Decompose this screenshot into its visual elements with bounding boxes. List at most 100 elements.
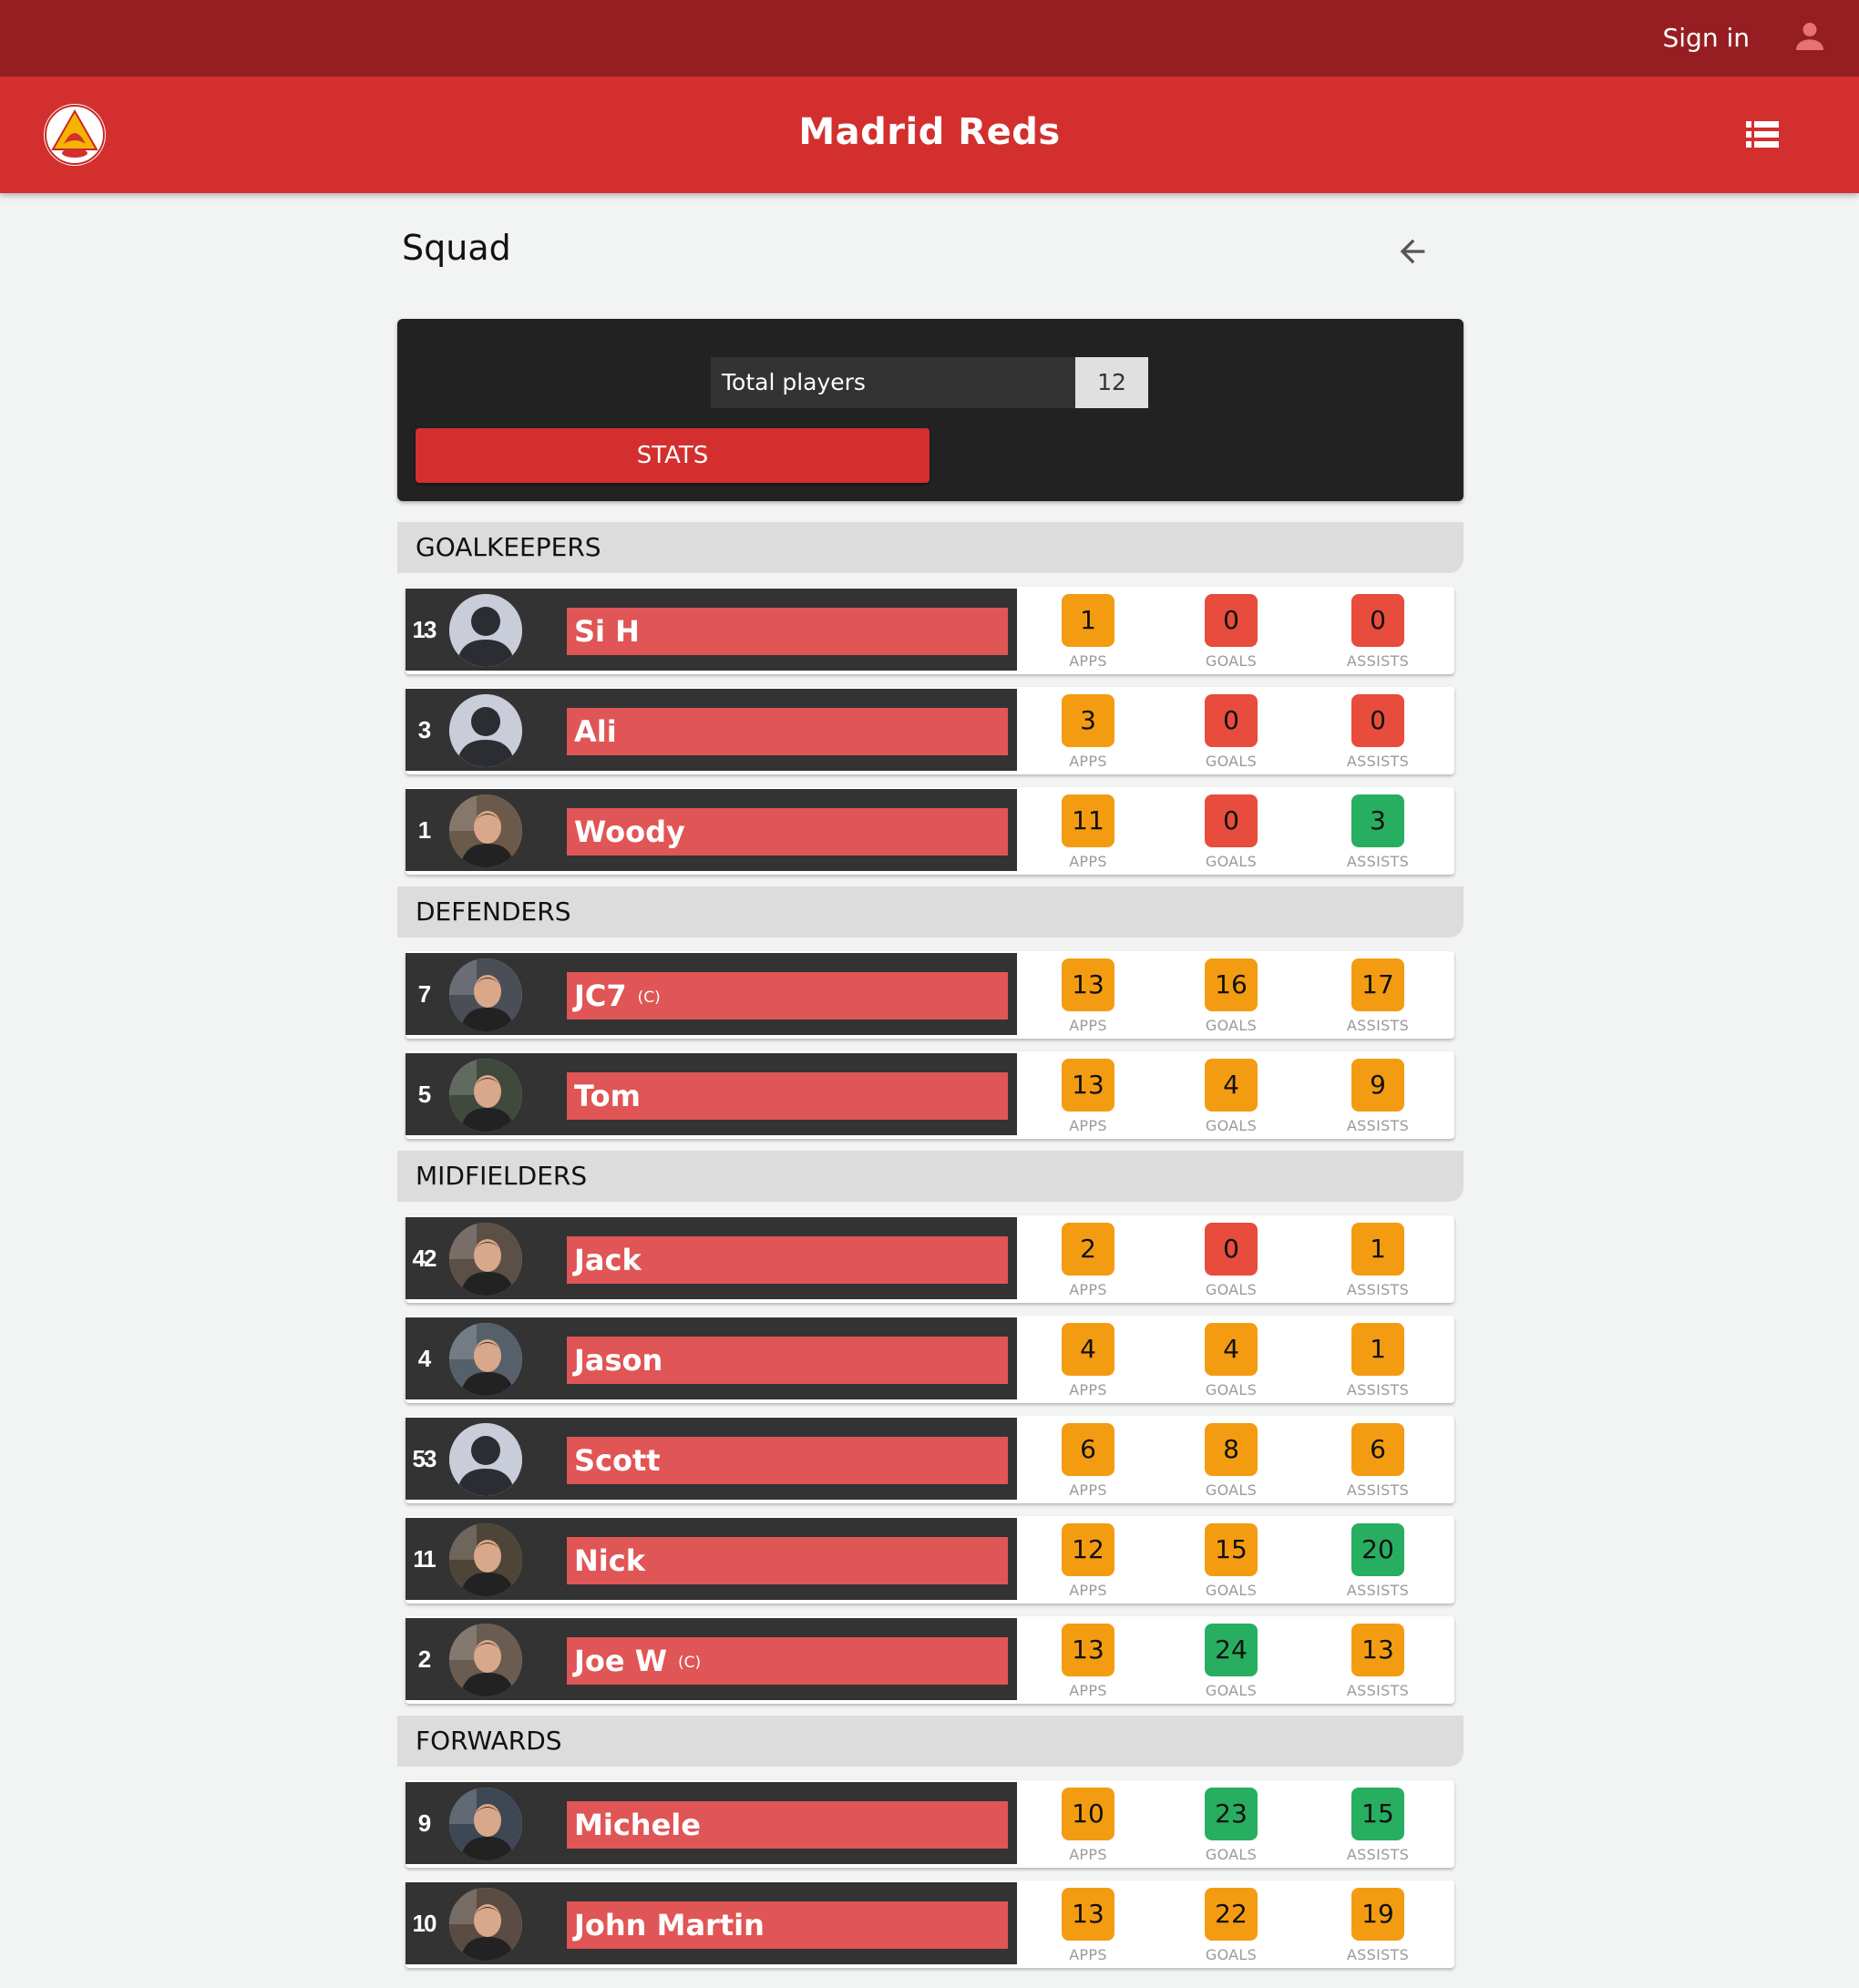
- apps-value: 6: [1062, 1423, 1114, 1476]
- captain-badge: (C): [637, 989, 661, 1007]
- player-row[interactable]: 42 Jack 2 APPS 0 GOALS 1 ASSISTS: [406, 1215, 1454, 1303]
- apps-label: APPS: [1069, 753, 1107, 770]
- player-name: Woody: [574, 815, 685, 849]
- page-title: Squad: [402, 228, 511, 268]
- player-row[interactable]: 1 Woody 11 APPS 0 GOALS 3 ASSISTS: [406, 787, 1454, 875]
- player-avatar: [449, 1223, 522, 1296]
- goals-value: 0: [1205, 794, 1258, 847]
- assists-value: 1: [1351, 1323, 1404, 1376]
- goals-label: GOALS: [1205, 1281, 1258, 1298]
- total-players-value: 12: [1075, 357, 1148, 408]
- player-name: Tom: [574, 1079, 641, 1113]
- player-avatar: [449, 1523, 522, 1596]
- assists-label: ASSISTS: [1346, 1117, 1410, 1134]
- goals-label: GOALS: [1205, 1381, 1258, 1399]
- player-row[interactable]: 4 Jason 4 APPS 4 GOALS 1 ASSISTS: [406, 1316, 1454, 1403]
- list-icon[interactable]: [1746, 120, 1779, 149]
- player-row[interactable]: 7 JC7 (C) 13 APPS 16 GOALS 17 ASSISTS: [406, 951, 1454, 1039]
- player-name-bar: Ali: [567, 708, 1008, 755]
- goals-label: GOALS: [1205, 753, 1258, 770]
- assists-value: 20: [1351, 1523, 1404, 1576]
- player-name: Ali: [574, 714, 617, 749]
- shirt-number: 1: [417, 816, 431, 844]
- player-card: 5 Tom: [406, 1053, 1017, 1135]
- assists-value: 0: [1351, 694, 1404, 747]
- player-card: 1 Woody: [406, 789, 1017, 871]
- player-name: Nick: [574, 1543, 645, 1578]
- player-row[interactable]: 53 Scott 6 APPS 8 GOALS 6 ASSISTS: [406, 1416, 1454, 1503]
- section-header: DEFENDERS: [397, 886, 1464, 938]
- apps-value: 10: [1062, 1788, 1114, 1840]
- assists-value: 1: [1351, 1223, 1404, 1276]
- sign-in-link[interactable]: Sign in: [1663, 20, 1751, 56]
- player-card: 10 John Martin: [406, 1882, 1017, 1964]
- player-name-bar: Jack: [567, 1236, 1008, 1284]
- apps-label: APPS: [1069, 853, 1107, 870]
- player-avatar: [449, 1788, 522, 1860]
- player-name: Scott: [574, 1443, 661, 1478]
- player-name-bar: Nick: [567, 1537, 1008, 1584]
- goals-label: GOALS: [1205, 1946, 1258, 1963]
- player-name-bar: John Martin: [567, 1901, 1008, 1949]
- player-row[interactable]: 3 Ali 3 APPS 0 GOALS 0 ASSISTS: [406, 687, 1454, 774]
- player-row[interactable]: 13 Si H 1 APPS 0 GOALS 0 ASSISTS: [406, 587, 1454, 674]
- player-card: 3 Ali: [406, 689, 1017, 771]
- shirt-number: 4: [417, 1345, 431, 1372]
- shirt-number: 53: [412, 1445, 437, 1472]
- arrow-back-icon[interactable]: [1394, 233, 1431, 270]
- player-row[interactable]: 11 Nick 12 APPS 15 GOALS 20 ASSISTS: [406, 1516, 1454, 1604]
- player-avatar: [449, 794, 522, 867]
- shirt-number: 42: [412, 1245, 437, 1272]
- goals-value: 23: [1205, 1788, 1258, 1840]
- stats-button[interactable]: STATS: [416, 428, 930, 483]
- player-card: 9 Michele: [406, 1782, 1017, 1864]
- player-avatar: [449, 1423, 522, 1496]
- player-name-bar: Si H: [567, 608, 1008, 655]
- apps-value: 2: [1062, 1223, 1114, 1276]
- assists-label: ASSISTS: [1346, 1017, 1410, 1034]
- player-avatar: [449, 958, 522, 1031]
- goals-value: 4: [1205, 1323, 1258, 1376]
- goals-value: 0: [1205, 594, 1258, 647]
- apps-value: 13: [1062, 1059, 1114, 1112]
- total-players-label: Total players: [711, 357, 1075, 408]
- player-row[interactable]: 5 Tom 13 APPS 4 GOALS 9 ASSISTS: [406, 1051, 1454, 1139]
- goals-value: 8: [1205, 1423, 1258, 1476]
- apps-value: 11: [1062, 794, 1114, 847]
- player-name-bar: Michele: [567, 1801, 1008, 1849]
- player-avatar: [449, 1888, 522, 1961]
- player-name: Jason: [574, 1343, 663, 1378]
- assists-label: ASSISTS: [1346, 1381, 1410, 1399]
- player-card: 13 Si H: [406, 589, 1017, 671]
- apps-label: APPS: [1069, 1381, 1107, 1399]
- assists-label: ASSISTS: [1346, 1481, 1410, 1499]
- shirt-number: 11: [413, 1545, 437, 1573]
- apps-value: 12: [1062, 1523, 1114, 1576]
- apps-label: APPS: [1069, 1946, 1107, 1963]
- apps-value: 13: [1062, 958, 1114, 1011]
- player-name: Si H: [574, 614, 640, 649]
- player-name-bar: Woody: [567, 808, 1008, 856]
- apps-label: APPS: [1069, 1117, 1107, 1134]
- apps-value: 3: [1062, 694, 1114, 747]
- player-avatar: [449, 1323, 522, 1396]
- goals-label: GOALS: [1205, 1017, 1258, 1034]
- assists-label: ASSISTS: [1346, 1846, 1410, 1863]
- player-name-bar: Scott: [567, 1437, 1008, 1484]
- player-card: 11 Nick: [406, 1518, 1017, 1600]
- assists-value: 6: [1351, 1423, 1404, 1476]
- squad-summary-card: Total players 12 STATS: [397, 319, 1464, 501]
- person-icon[interactable]: [1792, 18, 1828, 55]
- player-name: Michele: [574, 1808, 701, 1842]
- player-name: Joe W: [574, 1644, 668, 1678]
- player-name-bar: JC7 (C): [567, 972, 1008, 1020]
- player-row[interactable]: 2 Joe W (C) 13 APPS 24 GOALS 13 ASSISTS: [406, 1616, 1454, 1704]
- assists-label: ASSISTS: [1346, 1281, 1410, 1298]
- assists-label: ASSISTS: [1346, 753, 1410, 770]
- player-row[interactable]: 9 Michele 10 APPS 23 GOALS 15 ASSISTS: [406, 1780, 1454, 1868]
- apps-label: APPS: [1069, 652, 1107, 670]
- player-row[interactable]: 10 John Martin 13 APPS 22 GOALS 19 ASSISTS: [406, 1880, 1454, 1968]
- assists-value: 19: [1351, 1888, 1404, 1941]
- assists-label: ASSISTS: [1346, 652, 1410, 670]
- apps-label: APPS: [1069, 1481, 1107, 1499]
